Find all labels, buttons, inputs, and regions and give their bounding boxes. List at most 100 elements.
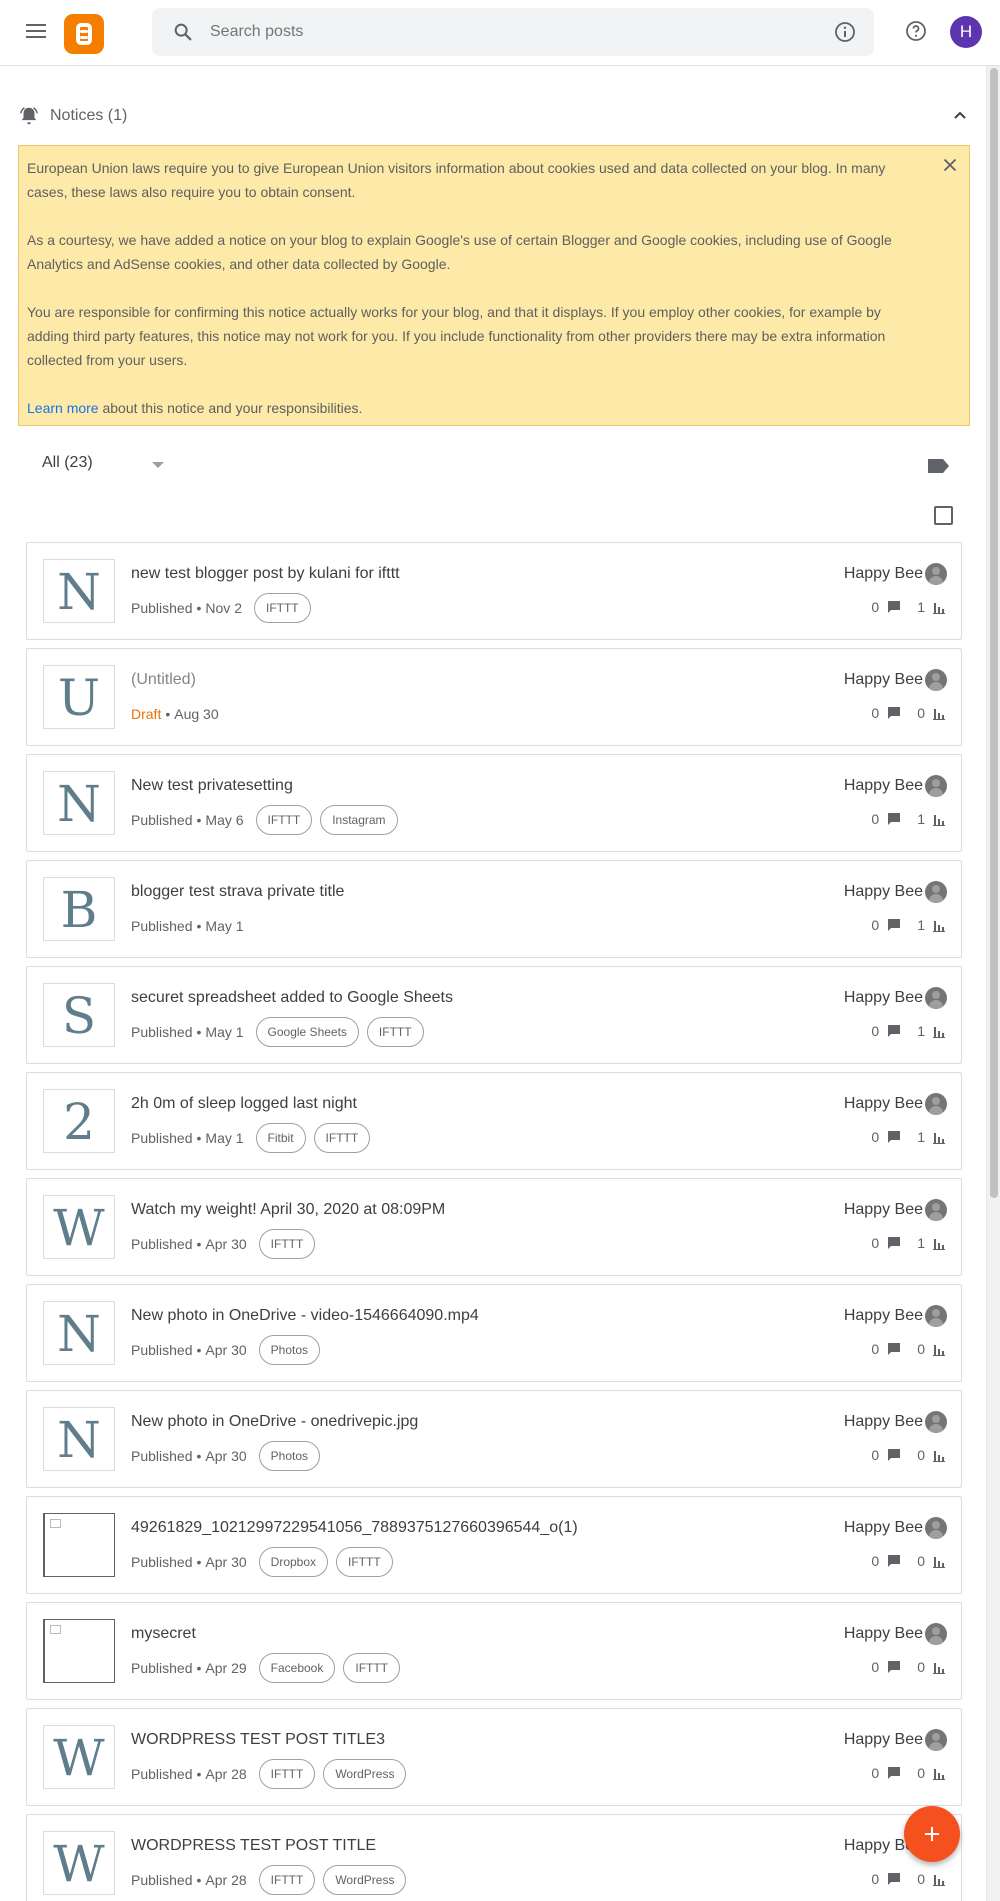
post-card[interactable]: U (Untitled) Draft • Aug 30 Happy Bee 0 0	[26, 648, 962, 746]
post-label-chip[interactable]: Google Sheets	[255, 1017, 359, 1047]
post-author: Happy Bee	[843, 1095, 923, 1112]
info-icon[interactable]	[833, 20, 857, 44]
post-card[interactable]: N New test privatesetting Published • May 6 I…	[26, 754, 962, 852]
post-card[interactable]: 49261829_10212997229541056_7889375127660…	[26, 1496, 962, 1594]
scrollbar-thumb[interactable]	[990, 68, 998, 1198]
post-meta: Published • Apr 30 Photos	[131, 1441, 324, 1471]
help-icon[interactable]	[904, 19, 928, 43]
learn-more-suffix: about this notice and your responsibilit…	[98, 400, 363, 416]
new-post-button[interactable]	[904, 1806, 960, 1862]
post-thumbnail: W	[43, 1725, 115, 1789]
scrollbar[interactable]	[986, 66, 1000, 1901]
post-label-chip[interactable]: IFTTT	[258, 1865, 316, 1895]
post-title[interactable]: Watch my weight! April 30, 2020 at 08:09…	[131, 1201, 445, 1219]
post-card[interactable]: N New photo in OneDrive - video-154666409…	[26, 1284, 962, 1382]
post-label-chip[interactable]: Photos	[258, 1335, 321, 1365]
post-stats: 00	[871, 1655, 945, 1679]
post-title[interactable]: New photo in OneDrive - onedrivepic.jpg	[131, 1413, 418, 1431]
comment-icon	[888, 1873, 901, 1885]
view-count: 1	[917, 1235, 925, 1251]
post-title[interactable]: WORDPRESS TEST POST TITLE	[131, 1837, 376, 1855]
post-title[interactable]: securet spreadsheet added to Google Shee…	[131, 989, 453, 1007]
close-icon[interactable]	[939, 154, 961, 176]
post-title[interactable]: (Untitled)	[131, 671, 196, 689]
post-label-chip[interactable]: Facebook	[258, 1653, 336, 1683]
post-label-chip[interactable]: IFTTT	[336, 1547, 393, 1577]
post-card[interactable]: W WORDPRESS TEST POST TITLE Published • Apr …	[26, 1814, 962, 1901]
bar-chart-icon	[933, 1769, 945, 1780]
notices-label: Notices (1)	[50, 107, 128, 124]
top-app-bar: H	[0, 0, 1000, 66]
post-title[interactable]: new test blogger post by kulani for iftt…	[131, 565, 400, 583]
post-label-chip[interactable]: Dropbox	[258, 1547, 329, 1577]
post-card[interactable]: W WORDPRESS TEST POST TITLE3 Published • Apr…	[26, 1708, 962, 1806]
post-card[interactable]: Ssecuret spreadsheet added to Google She…	[26, 966, 962, 1064]
post-label-chip[interactable]: Photos	[258, 1441, 321, 1471]
author-avatar	[925, 881, 947, 903]
search-bar	[152, 8, 874, 56]
post-author: Happy Bee	[843, 1519, 923, 1536]
post-label-chip[interactable]: IFTTT	[258, 1759, 316, 1789]
notice-paragraph: You are responsible for confirming this …	[27, 304, 886, 368]
post-card[interactable]: N New photo in OneDrive - onedrivepic.jpg…	[26, 1390, 962, 1488]
post-author: Happy Bee	[843, 989, 923, 1006]
post-title[interactable]: New test privatesetting	[131, 777, 293, 795]
meta-separator: •	[196, 918, 202, 934]
bar-chart-icon	[933, 1557, 945, 1568]
bar-chart-icon	[933, 1239, 945, 1250]
blogger-logo-icon[interactable]	[64, 14, 104, 54]
post-label-chip[interactable]: IFTTT	[255, 805, 313, 835]
chevron-up-icon[interactable]	[948, 104, 972, 128]
account-avatar[interactable]: H	[950, 16, 982, 48]
select-all-checkbox[interactable]	[934, 506, 953, 525]
post-stats: 01	[871, 913, 945, 937]
label-icon[interactable]	[926, 456, 950, 476]
post-filter-dropdown[interactable]: All (23)	[42, 454, 172, 478]
post-label-chip[interactable]: IFTTT	[313, 1123, 371, 1153]
post-label-chip[interactable]: IFTTT	[343, 1653, 401, 1683]
post-status: Published	[131, 1342, 193, 1358]
comment-count: 0	[871, 917, 880, 933]
post-title[interactable]: 49261829_10212997229541056_7889375127660…	[131, 1519, 578, 1537]
comment-count: 0	[871, 1023, 880, 1039]
post-label-chip[interactable]: IFTTT	[253, 593, 311, 623]
post-title[interactable]: 2h 0m of sleep logged last night	[131, 1095, 357, 1113]
post-date: Apr 30	[205, 1342, 247, 1358]
post-card[interactable]: Bblogger test strava private title Publis…	[26, 860, 962, 958]
post-date: Apr 30	[205, 1236, 247, 1252]
post-title[interactable]: New photo in OneDrive - video-1546664090…	[131, 1307, 479, 1325]
view-count: 1	[917, 1129, 925, 1145]
post-label-chip[interactable]: IFTTT	[258, 1229, 316, 1259]
post-label-chip[interactable]: WordPress	[323, 1759, 407, 1789]
post-label-chip[interactable]: Fitbit	[255, 1123, 306, 1153]
post-status: Published	[131, 1130, 193, 1146]
learn-more-link[interactable]: Learn more	[27, 400, 99, 416]
comment-icon	[888, 601, 901, 613]
search-input[interactable]	[210, 18, 770, 46]
author-avatar	[925, 1517, 947, 1539]
post-date: Aug 30	[174, 706, 219, 722]
notices-header[interactable]: Notices (1)	[18, 100, 978, 132]
post-meta: Published • Nov 2 IFTTT	[131, 593, 315, 623]
author-avatar	[925, 1305, 947, 1327]
post-status: Published	[131, 1024, 193, 1040]
post-label-chip[interactable]: IFTTT	[366, 1017, 424, 1047]
comment-icon	[888, 1343, 901, 1355]
post-title[interactable]: mysecret	[131, 1625, 196, 1643]
post-title[interactable]: blogger test strava private title	[131, 883, 344, 901]
comment-count: 0	[871, 1341, 880, 1357]
post-stats: 01	[871, 1019, 945, 1043]
bar-chart-icon	[933, 709, 945, 720]
post-card[interactable]: W Watch my weight! April 30, 2020 at 08:0…	[26, 1178, 962, 1276]
post-thumbnail: W	[43, 1195, 115, 1259]
post-card[interactable]: mysecret Published • Apr 29 Facebook IFTTT Hap…	[26, 1602, 962, 1700]
post-title[interactable]: WORDPRESS TEST POST TITLE3	[131, 1731, 385, 1749]
meta-separator: •	[196, 1554, 202, 1570]
post-card[interactable]: Nnew test blogger post by kulani for ift…	[26, 542, 962, 640]
comment-icon	[888, 1131, 901, 1143]
post-label-chip[interactable]: Instagram	[320, 805, 398, 835]
post-label-chip[interactable]: WordPress	[323, 1865, 407, 1895]
post-card[interactable]: 2 2h 0m of sleep logged last night Publish…	[26, 1072, 962, 1170]
search-icon[interactable]	[172, 21, 194, 43]
hamburger-menu-icon[interactable]	[20, 20, 52, 46]
